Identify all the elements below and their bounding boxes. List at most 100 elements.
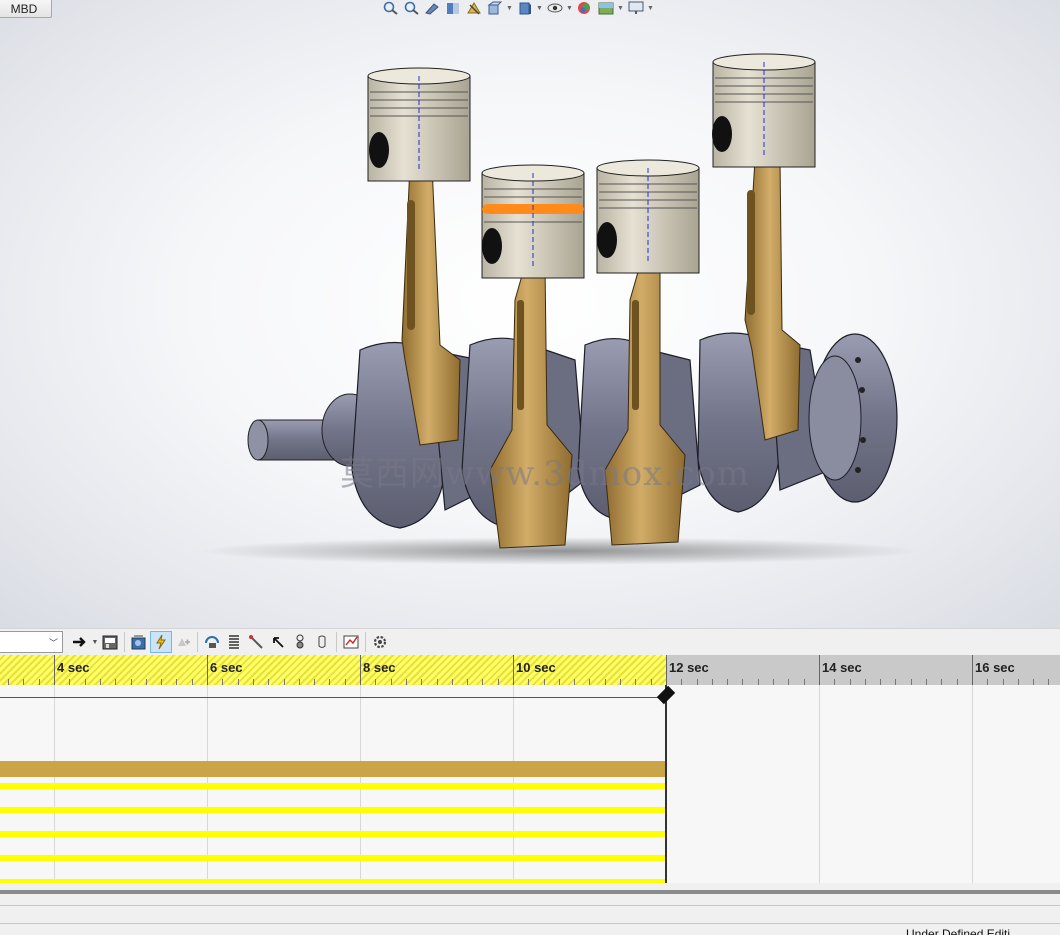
piston-2 [481,164,585,279]
study-type-select[interactable]: ﹀ [0,631,63,653]
major-tick [972,655,973,685]
toolbar-separator [124,632,125,652]
minor-tick [697,679,698,685]
toolbar-separator [365,632,366,652]
ruler-label-12-sec: 12 sec [669,660,709,675]
timeline-track-component[interactable] [0,807,666,813]
minor-tick [391,679,392,685]
status-bar-border [0,923,1060,924]
status-bar-text: Under Defined Editi [906,927,1011,935]
ruler-label-4-sec: 4 sec [57,660,90,675]
grid-line [972,685,973,883]
chevron-down-icon: ﹀ [48,637,58,648]
minor-tick [329,679,330,685]
minor-tick [589,679,590,685]
minor-tick [651,679,652,685]
minor-tick [406,679,407,685]
minor-tick [299,679,300,685]
minor-tick [85,679,86,685]
major-tick [54,655,55,685]
ruler-label-8-sec: 8 sec [363,660,396,675]
gravity-icon[interactable] [311,631,333,653]
ruler-label-16-sec: 16 sec [975,660,1015,675]
minor-tick [987,679,988,685]
minor-tick [681,679,682,685]
minor-tick [865,679,866,685]
minor-tick [192,679,193,685]
piston-1 [367,67,471,182]
minor-tick [498,679,499,685]
minor-tick [957,679,958,685]
minor-tick [314,679,315,685]
time-bar-key-diamond[interactable] [656,685,676,705]
minor-tick [176,679,177,685]
piston-4 [712,53,816,168]
minor-tick [146,679,147,685]
timeline-ruler[interactable]: 4 sec 6 sec 8 sec 10 sec 12 sec 14 sec 1… [0,655,1060,685]
minor-tick [284,679,285,685]
minor-tick [452,679,453,685]
timeline-track-component[interactable] [0,831,666,837]
major-tick [207,655,208,685]
pane-divider[interactable] [0,905,1060,906]
minor-tick [742,679,743,685]
timeline-track-motor[interactable] [0,783,666,789]
ruler-label-6-sec: 6 sec [210,660,243,675]
calculate-dropdown-icon[interactable]: ▼ [91,639,99,646]
minor-tick [559,679,560,685]
model-key-row [0,697,666,698]
minor-tick [39,679,40,685]
minor-tick [880,679,881,685]
major-tick [666,655,667,685]
timeline-horizontal-scrollbar[interactable] [0,890,1060,894]
save-animation-icon[interactable] [99,631,121,653]
results-and-plots-icon[interactable] [340,631,362,653]
crankshaft-piston-assembly[interactable] [0,0,1060,628]
minor-tick [773,679,774,685]
motion-study-properties-icon[interactable] [369,631,391,653]
contact-icon[interactable] [289,631,311,653]
spring-icon[interactable] [223,631,245,653]
minor-tick [941,679,942,685]
minor-tick [131,679,132,685]
autokey-icon[interactable] [150,631,172,653]
minor-tick [1033,679,1034,685]
minor-tick [8,679,9,685]
motion-study-timeline[interactable]: 4 sec 6 sec 8 sec 10 sec 12 sec 14 sec 1… [0,655,1060,883]
piston-3 [596,159,700,274]
minor-tick [100,679,101,685]
ruler-label-10-sec: 10 sec [516,660,556,675]
minor-tick [620,679,621,685]
add-update-key-icon[interactable] [172,631,194,653]
minor-tick [253,679,254,685]
minor-tick [268,679,269,685]
force-icon[interactable] [267,631,289,653]
graphics-viewport[interactable]: MBD ▼ ▼ ▼ ▼ ▼ 莫西网www.3dmox.com [0,0,1060,628]
timeline-track-orientation[interactable] [0,761,666,777]
toolbar-separator [336,632,337,652]
bottom-panel: Under Defined Editi [0,883,1060,935]
grid-line [819,685,820,883]
minor-tick [437,679,438,685]
minor-tick [758,679,759,685]
ruler-label-14-sec: 14 sec [822,660,862,675]
minor-tick [635,679,636,685]
major-tick [819,655,820,685]
minor-tick [467,679,468,685]
minor-tick [238,679,239,685]
minor-tick [421,679,422,685]
major-tick [513,655,514,685]
timeline-track-component[interactable] [0,855,666,861]
minor-tick [712,679,713,685]
damper-icon[interactable] [245,631,267,653]
toolbar-separator [197,632,198,652]
minor-tick [574,679,575,685]
watermark-text: 莫西网www.3dmox.com [340,454,750,494]
motor-icon[interactable] [201,631,223,653]
minor-tick [375,679,376,685]
minor-tick [850,679,851,685]
animation-wizard-icon[interactable] [128,631,150,653]
minor-tick [528,679,529,685]
calculate-icon[interactable] [69,631,91,653]
current-time-bar[interactable] [665,685,667,883]
